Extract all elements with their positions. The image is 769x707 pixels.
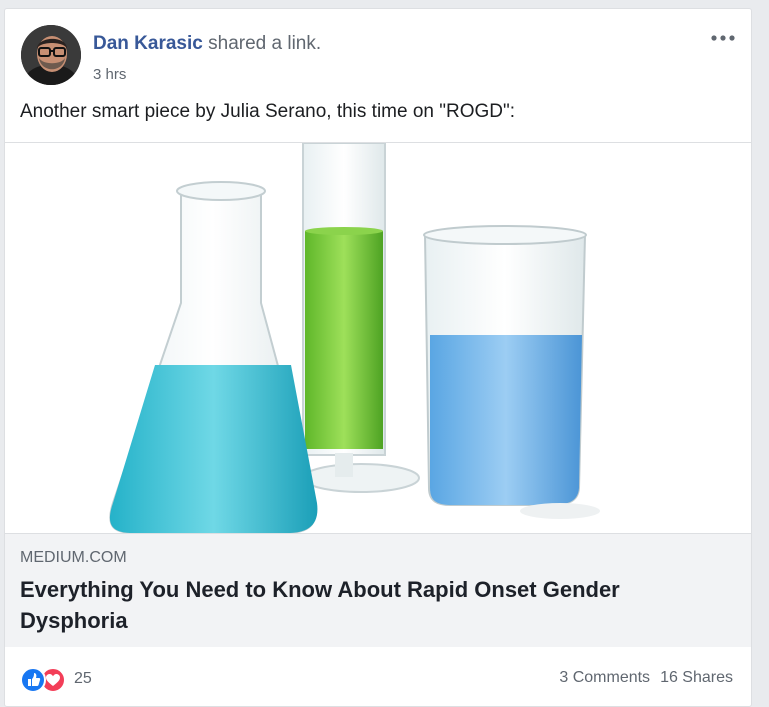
avatar-image xyxy=(21,25,81,85)
link-preview-card[interactable]: MEDIUM.COM Everything You Need to Know A… xyxy=(5,142,751,647)
post-attribution: Dan Karasic shared a link. xyxy=(93,33,321,55)
avatar[interactable] xyxy=(21,25,81,85)
post-footer: 25 3 Comments 16 Shares xyxy=(5,647,751,706)
link-domain: MEDIUM.COM xyxy=(20,549,127,566)
post-action-text: shared a link. xyxy=(208,33,322,54)
engagement-stats: 3 Comments 16 Shares xyxy=(559,669,733,687)
link-preview-meta[interactable]: MEDIUM.COM Everything You Need to Know A… xyxy=(5,533,751,647)
post-header: Dan Karasic shared a link. 3 hrs xyxy=(21,25,739,87)
link-title[interactable]: Everything You Need to Know About Rapid … xyxy=(20,574,710,636)
post-message: Another smart piece by Julia Serano, thi… xyxy=(20,101,516,122)
comments-count-link[interactable]: 3 Comments xyxy=(559,669,650,686)
ellipsis-icon[interactable] xyxy=(709,30,737,48)
post-timestamp[interactable]: 3 hrs xyxy=(93,66,126,83)
feed-post: Dan Karasic shared a link. 3 hrs Another… xyxy=(4,8,752,707)
shares-count-link[interactable]: 16 Shares xyxy=(660,669,733,686)
link-preview-image[interactable] xyxy=(5,143,751,533)
author-name-link[interactable]: Dan Karasic xyxy=(93,33,203,54)
like-reaction-icon xyxy=(20,667,46,693)
reaction-count: 25 xyxy=(74,670,92,687)
